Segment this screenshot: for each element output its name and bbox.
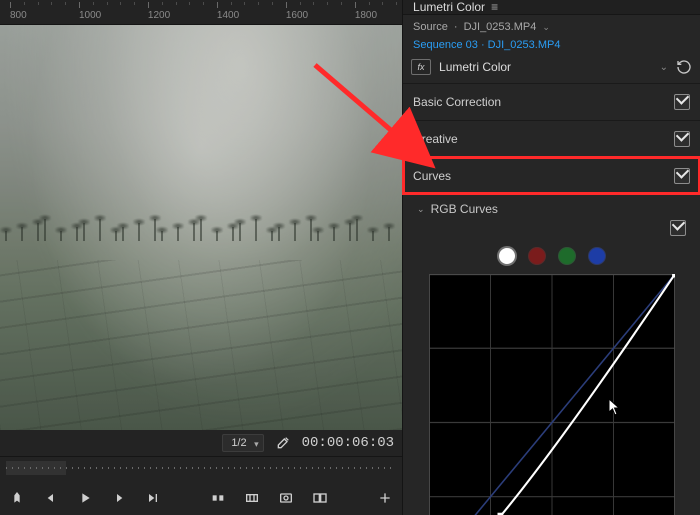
sequence-link[interactable]: Sequence 03 · DJI_0253.MP4 [413, 39, 560, 51]
add-marker-button[interactable] [8, 489, 26, 507]
source-path: Source · DJI_0253.MP4 ⌄ Sequence 03 · DJ… [403, 15, 700, 55]
section-basic-correction[interactable]: Basic Correction [403, 83, 700, 120]
effect-header-row: fx Lumetri Color ⌄ [403, 55, 700, 83]
timecode-display[interactable]: 00:00:06:03 [302, 435, 394, 451]
channel-selector [403, 242, 700, 274]
lift-button[interactable] [209, 489, 227, 507]
go-to-out-button[interactable] [144, 489, 162, 507]
panel-header[interactable]: Lumetri Color ≡ [403, 0, 700, 15]
section-toggle-checkbox[interactable] [674, 94, 690, 110]
export-frame-button[interactable] [277, 489, 295, 507]
curve-canvas[interactable] [429, 274, 675, 515]
reset-effect-button[interactable] [676, 59, 692, 75]
viewer-status-bar: 1/2 ▾ 00:00:06:03 [0, 430, 402, 456]
section-toggle-checkbox[interactable] [674, 168, 690, 184]
zoom-value: 1/2 [231, 437, 246, 449]
video-frame [0, 25, 402, 430]
section-label: Basic Correction [413, 95, 501, 109]
button-editor-plus-icon[interactable] [376, 489, 394, 507]
rgb-curves-header[interactable]: ⌄ RGB Curves [403, 194, 700, 220]
program-monitor: 800 1000 1200 1400 1600 1800 1/2 ▾ 00:00:06:0… [0, 0, 402, 515]
fx-badge-icon[interactable]: fx [411, 59, 431, 75]
scrub-bar[interactable] [0, 456, 402, 481]
section-creative[interactable]: Creative [403, 120, 700, 157]
panel-title: Lumetri Color [413, 0, 485, 14]
green-channel-dot[interactable] [559, 248, 575, 264]
zoom-select[interactable]: 1/2 ▾ [222, 434, 263, 452]
play-button[interactable] [76, 489, 94, 507]
transport-controls [0, 481, 402, 515]
ruler-tick: 800 [10, 10, 60, 21]
blue-channel-dot[interactable] [589, 248, 605, 264]
step-back-button[interactable] [42, 489, 60, 507]
video-viewer[interactable] [0, 25, 402, 430]
time-ruler[interactable]: 800 1000 1200 1400 1600 1800 [0, 0, 402, 25]
red-channel-dot[interactable] [529, 248, 545, 264]
curve-control-point[interactable] [672, 274, 675, 277]
ruler-tick: 1600 [286, 10, 336, 21]
step-forward-button[interactable] [110, 489, 128, 507]
section-toggle-checkbox[interactable] [674, 131, 690, 147]
chevron-down-icon: ▾ [254, 439, 259, 450]
chevron-down-icon[interactable]: ⌄ [660, 62, 668, 73]
section-curves[interactable]: Curves [403, 157, 700, 194]
luma-channel-dot[interactable] [499, 248, 515, 264]
comparison-view-button[interactable] [311, 489, 329, 507]
lumetri-color-panel: Lumetri Color ≡ Source · DJI_0253.MP4 ⌄ … [402, 0, 700, 515]
extract-button[interactable] [243, 489, 261, 507]
source-prefix: Source [413, 21, 448, 33]
rgb-curves-toggle-checkbox[interactable] [670, 220, 686, 236]
section-label: Curves [413, 169, 451, 183]
ruler-tick: 1800 [355, 10, 405, 21]
disclosure-triangle-icon[interactable]: ⌄ [417, 204, 425, 215]
settings-wrench-icon[interactable] [274, 434, 292, 452]
section-label: Creative [413, 132, 458, 146]
ruler-tick: 1000 [79, 10, 129, 21]
app-root: 800 1000 1200 1400 1600 1800 1/2 ▾ 00:00:06:0… [0, 0, 700, 515]
chevron-down-icon[interactable]: ⌄ [542, 22, 550, 33]
source-clip: DJI_0253.MP4 [464, 21, 537, 33]
rgb-curve-editor[interactable] [429, 274, 675, 515]
rgb-curves-label: RGB Curves [431, 202, 498, 216]
ruler-tick: 1200 [148, 10, 198, 21]
panel-menu-icon[interactable]: ≡ [491, 0, 498, 14]
effect-name: Lumetri Color [439, 60, 652, 74]
ruler-tick: 1400 [217, 10, 267, 21]
